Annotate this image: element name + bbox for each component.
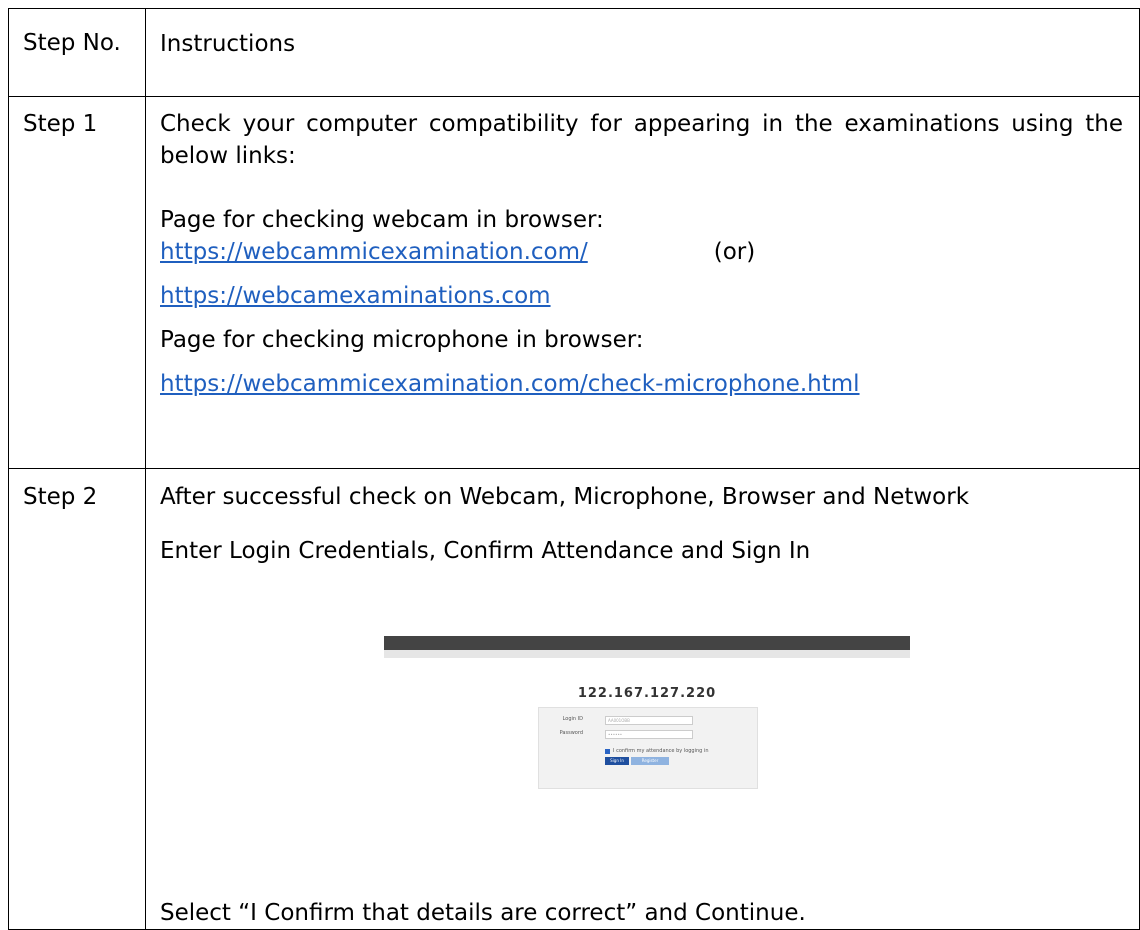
screenshot-confirm-text: I confirm my attendance by logging in bbox=[613, 748, 709, 754]
mic-link-line: https://webcammicexamination.com/check-m… bbox=[160, 368, 1123, 400]
step-1-intro: Check your computer compatibility for ap… bbox=[160, 111, 1123, 169]
screenshot-confirm-checkbox-icon bbox=[605, 749, 610, 754]
screenshot-password-label: Password bbox=[559, 730, 583, 736]
mic-link[interactable]: https://webcammicexamination.com/check-m… bbox=[160, 371, 860, 397]
webcam-heading: Page for checking webcam in browser: bbox=[160, 207, 604, 233]
step-1-label: Step 1 bbox=[8, 96, 146, 469]
screenshot-topbar bbox=[384, 636, 910, 650]
header-step-no: Step No. bbox=[8, 8, 146, 97]
webcam-link-2[interactable]: https://webcamexaminations.com bbox=[160, 283, 551, 309]
webcam-link-line: https://webcammicexamination.com/ (or) bbox=[160, 236, 1123, 268]
webcam-link-1[interactable]: https://webcammicexamination.com/ bbox=[160, 239, 588, 265]
screenshot-signin-button: Sign In bbox=[605, 757, 629, 765]
step-2-label: Step 2 bbox=[8, 468, 146, 930]
screenshot-register-button: Register bbox=[631, 757, 669, 765]
screenshot-ip-address: 122.167.127.220 bbox=[577, 686, 717, 701]
table-header-row: Step No. Instructions bbox=[8, 8, 1140, 97]
header-instructions: Instructions bbox=[145, 8, 1140, 97]
webcam-link-2-line: https://webcamexaminations.com bbox=[160, 280, 1123, 312]
step-1-content: Check your computer compatibility for ap… bbox=[145, 96, 1140, 469]
mic-heading: Page for checking microphone in browser: bbox=[160, 327, 644, 353]
step-2-line-1: After successful check on Webcam, Microp… bbox=[160, 484, 970, 510]
screenshot-login-panel: Login ID AA001OBB Password •••••• I conf… bbox=[538, 707, 758, 789]
table-row-step-1: Step 1 Check your computer compatibility… bbox=[8, 96, 1140, 469]
screenshot-password-field: •••••• bbox=[605, 730, 693, 739]
or-text: (or) bbox=[713, 239, 756, 265]
step-2-line-3: Select “I Confirm that details are corre… bbox=[160, 900, 806, 926]
screenshot-login-id-label: Login ID bbox=[562, 716, 583, 722]
screenshot-login-id-field: AA001OBB bbox=[605, 716, 693, 725]
step-2-line-2: Enter Login Credentials, Confirm Attenda… bbox=[160, 538, 811, 564]
login-screenshot: 122.167.127.220 Login ID AA001OBB Passwo… bbox=[384, 636, 910, 816]
screenshot-subbar bbox=[384, 650, 910, 658]
